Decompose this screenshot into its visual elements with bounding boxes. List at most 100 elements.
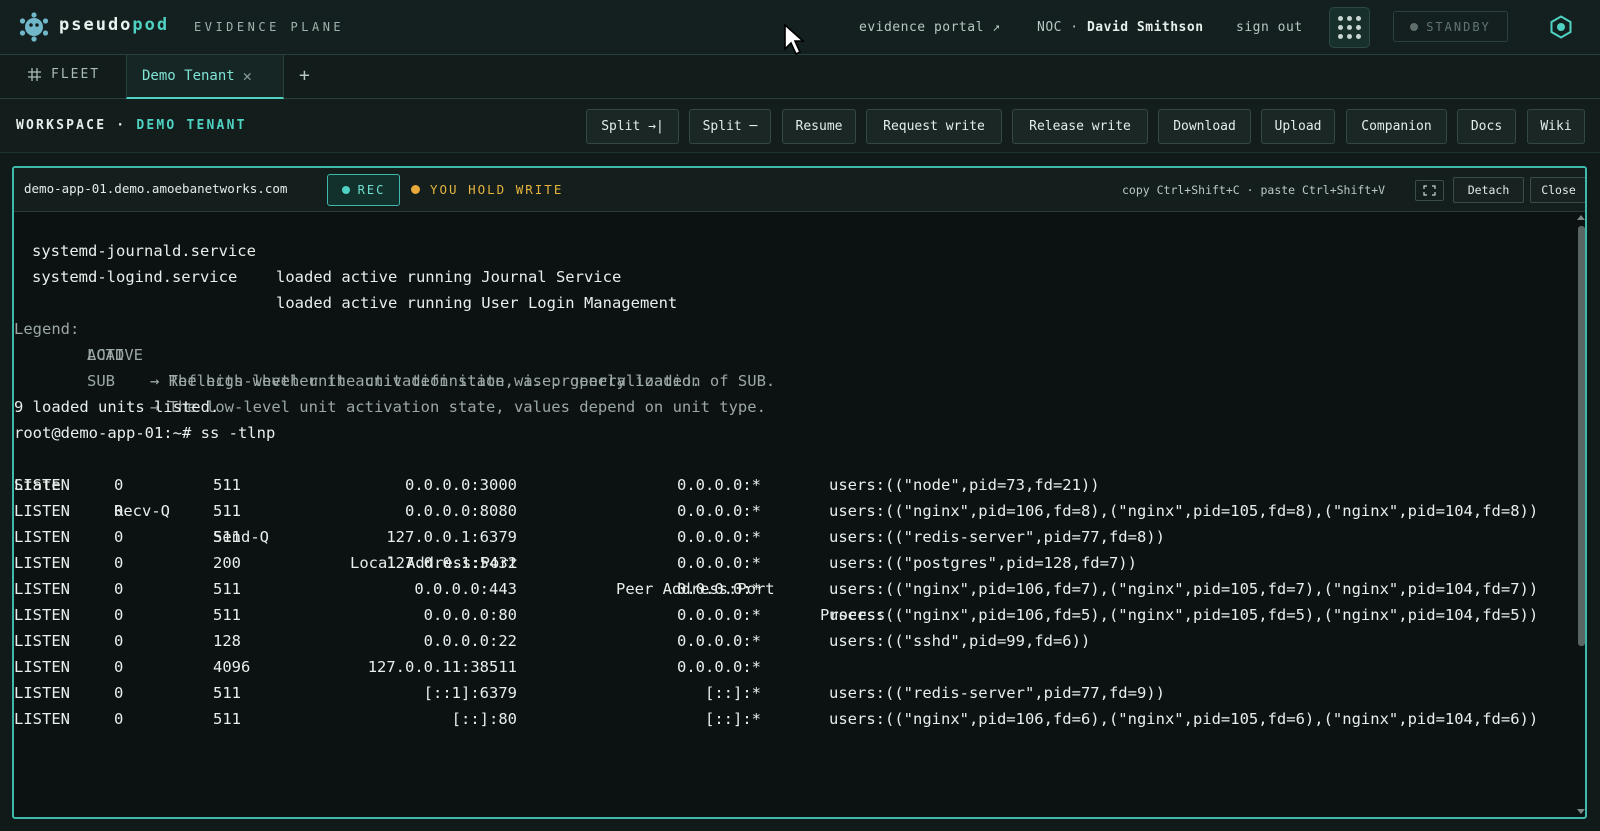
unit-state: loaded active running User Login Managem… <box>276 294 678 312</box>
cell-state: LISTEN <box>14 502 70 520</box>
cell-local-address: 0.0.0.0:443 <box>414 580 517 598</box>
apps-grid-icon[interactable] <box>1329 7 1370 48</box>
cell-peer-address: 0.0.0.0:* <box>677 580 761 598</box>
table-row: LISTEN 0 200 127.0.0.1:5432 0.0.0.0:* users:(… <box>14 550 1554 576</box>
cell-peer-address: 0.0.0.0:* <box>677 554 761 572</box>
table-row: LISTEN 0 511 0.0.0.0:3000 0.0.0.0:* users:(("… <box>14 472 1554 498</box>
wiki-button[interactable]: Wiki <box>1527 109 1585 144</box>
session-host: demo-app-01.demo.amoebanetworks.com <box>24 181 288 196</box>
write-status-dot-icon <box>411 185 420 194</box>
cell-local-address: 127.0.0.1:5432 <box>386 554 517 572</box>
tab-demo-tenant[interactable]: Demo Tenant ✕ <box>126 55 284 99</box>
cell-sendq: 4096 <box>213 658 251 676</box>
table-row: LISTEN 0 511 0.0.0.0:8080 0.0.0.0:* users:(("… <box>14 498 1554 524</box>
user-identity: NOC · David Smithson <box>1037 20 1204 35</box>
workspace-label: WORKSPACE <box>16 118 107 133</box>
companion-button[interactable]: Companion <box>1346 109 1447 144</box>
terminal-scrollbar[interactable] <box>1577 212 1585 817</box>
cell-sendq: 511 <box>213 580 241 598</box>
request-write-button[interactable]: Request write <box>866 109 1002 144</box>
table-row: LISTEN 0 128 0.0.0.0:22 0.0.0.0:* users:(("ss… <box>14 628 1554 654</box>
sign-out-link[interactable]: sign out <box>1236 20 1303 35</box>
cell-process: users:(("nginx",pid=106,fd=7),("nginx",p… <box>829 580 1539 598</box>
cell-sendq: 511 <box>213 528 241 546</box>
terminal-panel: demo-app-01.demo.amoebanetworks.com REC … <box>12 166 1587 819</box>
unit-name: systemd-logind.service <box>32 268 238 286</box>
cell-peer-address: 0.0.0.0:* <box>677 528 761 546</box>
standby-status-button[interactable]: STANDBY <box>1393 11 1508 42</box>
cell-local-address: 0.0.0.0:3000 <box>405 476 517 494</box>
scroll-up-icon[interactable] <box>1577 215 1585 220</box>
close-icon[interactable]: ✕ <box>243 67 252 85</box>
cell-local-address: 0.0.0.0:8080 <box>405 502 517 520</box>
unit-state: loaded active running Journal Service <box>276 268 622 286</box>
recording-dot-icon <box>341 186 350 194</box>
legend-key: SUB <box>87 372 143 390</box>
cell-peer-address: 0.0.0.0:* <box>677 632 761 650</box>
write-status-badge: YOU HOLD WRITE <box>411 182 563 197</box>
legend-text: → The low-level unit activation state, v… <box>150 398 766 416</box>
table-row: LISTEN 0 511 127.0.0.1:6379 0.0.0.0:* users:(… <box>14 524 1554 550</box>
status-dot-icon <box>1410 22 1419 31</box>
cell-process: users:(("redis-server",pid=77,fd=8)) <box>829 528 1165 546</box>
terminal-line-unit: systemd-logind.service loaded active run… <box>14 238 677 312</box>
cell-process: users:(("node",pid=73,fd=21)) <box>829 476 1100 494</box>
close-button[interactable]: Close <box>1530 177 1585 203</box>
legend-key: ACTIVE <box>87 346 143 364</box>
terminal-line-prompt: root@demo-app-01:~# ss -tlnp <box>14 424 276 442</box>
cell-state: LISTEN <box>14 528 70 546</box>
cell-process: users:(("postgres",pid=128,fd=7)) <box>829 554 1137 572</box>
tab-fleet[interactable]: FLEET <box>28 67 100 82</box>
table-row: LISTEN 0 511 0.0.0.0:80 0.0.0.0:* users:(("ng… <box>14 602 1554 628</box>
brand-name[interactable]: pseudopod <box>59 15 169 35</box>
recording-label: REC <box>357 183 386 197</box>
pod-logo-icon[interactable] <box>18 11 50 43</box>
split-down-button[interactable]: Split ─ <box>689 109 771 144</box>
docs-button[interactable]: Docs <box>1457 109 1516 144</box>
evidence-portal-link[interactable]: evidence portal ↗ <box>859 20 1001 35</box>
workspace-tenant-name: DEMO TENANT <box>136 118 247 133</box>
download-button[interactable]: Download <box>1158 109 1251 144</box>
brand-subtitle: EVIDENCE PLANE <box>194 20 345 34</box>
expand-icon[interactable] <box>1415 180 1444 201</box>
cell-state: LISTEN <box>14 684 70 702</box>
cell-local-address: 127.0.0.11:38511 <box>367 658 517 676</box>
split-right-button[interactable]: Split →| <box>586 109 679 144</box>
table-row: LISTEN 0 511 0.0.0.0:443 0.0.0.0:* users:(("n… <box>14 576 1554 602</box>
cell-local-address: [::1]:6379 <box>423 684 517 702</box>
workspace-bar: WORKSPACE · DEMO TENANT Split →| Split ─… <box>0 99 1600 153</box>
write-status-label: YOU HOLD WRITE <box>430 182 564 197</box>
cell-state: LISTEN <box>14 658 70 676</box>
cell-sendq: 200 <box>213 554 241 572</box>
user-name: David Smithson <box>1086 20 1204 35</box>
clipboard-hints: copy Ctrl+Shift+C · paste Ctrl+Shift+V <box>1122 183 1386 197</box>
cell-recvq: 0 <box>114 684 124 702</box>
terminal-line-legend: Legend: LOAD → Reflects whether the unit… <box>14 290 701 390</box>
standby-status-label: STANDBY <box>1426 19 1491 34</box>
tab-row: FLEET Demo Tenant ✕ + <box>0 55 1600 99</box>
detach-button[interactable]: Detach <box>1453 177 1524 203</box>
terminal-output[interactable]: systemd-journald.service loaded active r… <box>14 212 1570 817</box>
cell-recvq: 0 <box>114 606 124 624</box>
table-row: LISTEN 0 511 [::1]:6379 [::]:* users:(("redis… <box>14 680 1554 706</box>
resume-button[interactable]: Resume <box>782 109 856 144</box>
cell-sendq: 128 <box>213 632 241 650</box>
tab-demo-tenant-label: Demo Tenant <box>142 68 235 84</box>
scroll-down-icon[interactable] <box>1577 809 1585 814</box>
cell-local-address: [::]:80 <box>451 710 517 728</box>
cell-state: LISTEN <box>14 554 70 572</box>
cell-state: LISTEN <box>14 632 70 650</box>
upload-button[interactable]: Upload <box>1261 109 1335 144</box>
release-write-button[interactable]: Release write <box>1012 109 1148 144</box>
scrollbar-thumb[interactable] <box>1578 226 1585 646</box>
add-tab-button[interactable]: + <box>299 65 310 86</box>
table-row: LISTEN 0 511 [::]:80 [::]:* users:(("nginx",p… <box>14 706 1554 732</box>
cell-process: users:(("redis-server",pid=77,fd=9)) <box>829 684 1165 702</box>
cell-recvq: 0 <box>114 528 124 546</box>
brand-name-accent: pod <box>132 15 170 35</box>
cell-sendq: 511 <box>213 710 241 728</box>
cell-state: LISTEN <box>14 606 70 624</box>
cell-recvq: 0 <box>114 554 124 572</box>
shield-icon[interactable] <box>1549 15 1573 39</box>
cell-sendq: 511 <box>213 606 241 624</box>
